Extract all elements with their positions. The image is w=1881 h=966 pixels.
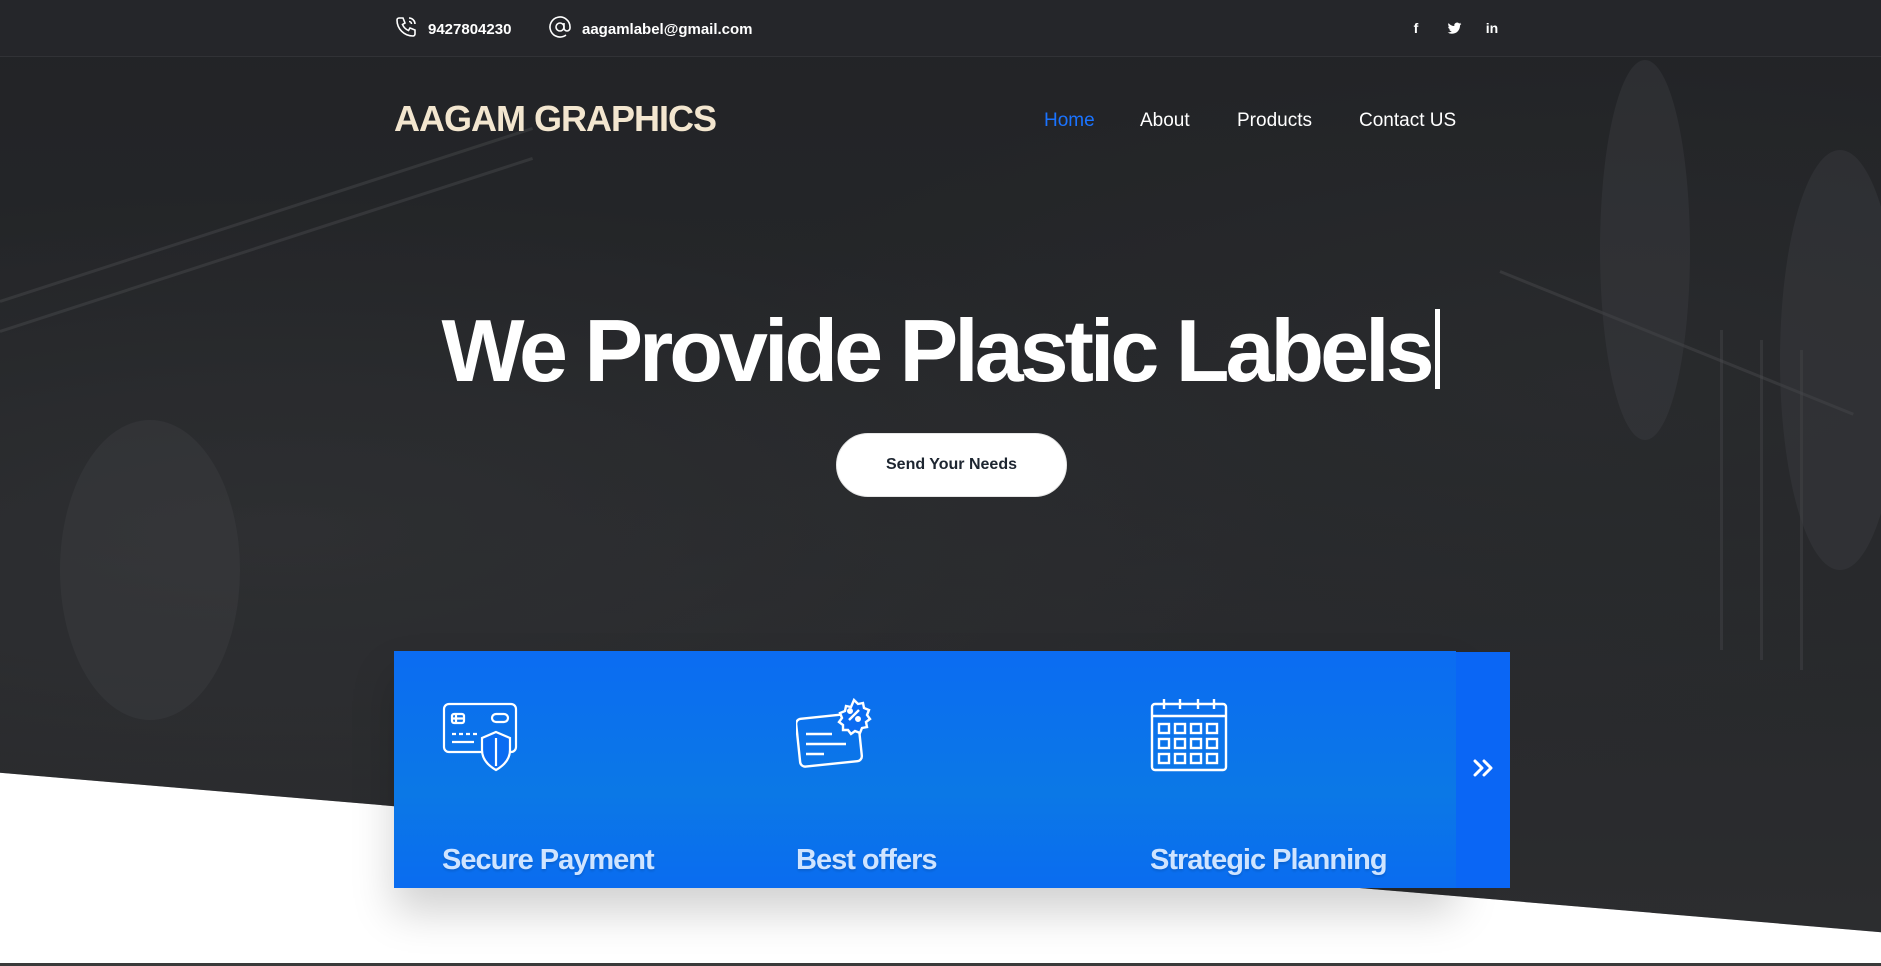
features-next-button[interactable]: [1456, 652, 1510, 888]
at-sign-icon: [548, 15, 572, 43]
nav-about[interactable]: About: [1140, 110, 1190, 132]
phone-contact[interactable]: 9427804230: [394, 15, 511, 43]
feature-title: Secure Payment: [442, 844, 655, 876]
send-your-needs-button[interactable]: Send Your Needs: [836, 433, 1067, 497]
credit-card-shield-icon: [442, 698, 520, 772]
linkedin-icon[interactable]: in: [1482, 18, 1502, 38]
features-band: Secure Payment Best offers Strategic Pla…: [394, 651, 1456, 888]
twitter-icon[interactable]: [1444, 18, 1464, 38]
hero-headline: We Provide Plastic Labels: [0, 300, 1881, 402]
top-bar: [0, 0, 1881, 57]
nav-products[interactable]: Products: [1237, 110, 1312, 132]
facebook-icon[interactable]: f: [1406, 18, 1426, 38]
double-chevron-right-icon: [1472, 757, 1494, 784]
feature-title: Strategic Planning: [1150, 844, 1388, 876]
email-contact[interactable]: aagamlabel@gmail.com: [548, 15, 753, 43]
feature-best-offers[interactable]: Best offers: [796, 698, 937, 876]
feature-title: Best offers: [796, 844, 937, 876]
phone-icon: [394, 15, 418, 43]
email-address: aagamlabel@gmail.com: [582, 20, 753, 38]
phone-number: 9427804230: [428, 20, 512, 38]
hero-headline-text: We Provide Plastic Labels: [441, 301, 1434, 400]
feature-secure-payment[interactable]: Secure Payment: [442, 698, 655, 876]
site-logo[interactable]: AAGAM GRAPHICS: [394, 98, 717, 140]
feature-strategic-planning[interactable]: Strategic Planning: [1150, 698, 1388, 876]
nav-contact-us[interactable]: Contact US: [1359, 110, 1456, 132]
calendar-icon: [1150, 698, 1228, 772]
discount-card-icon: [796, 698, 874, 772]
nav-home[interactable]: Home: [1044, 110, 1095, 132]
typing-caret: [1434, 309, 1440, 389]
